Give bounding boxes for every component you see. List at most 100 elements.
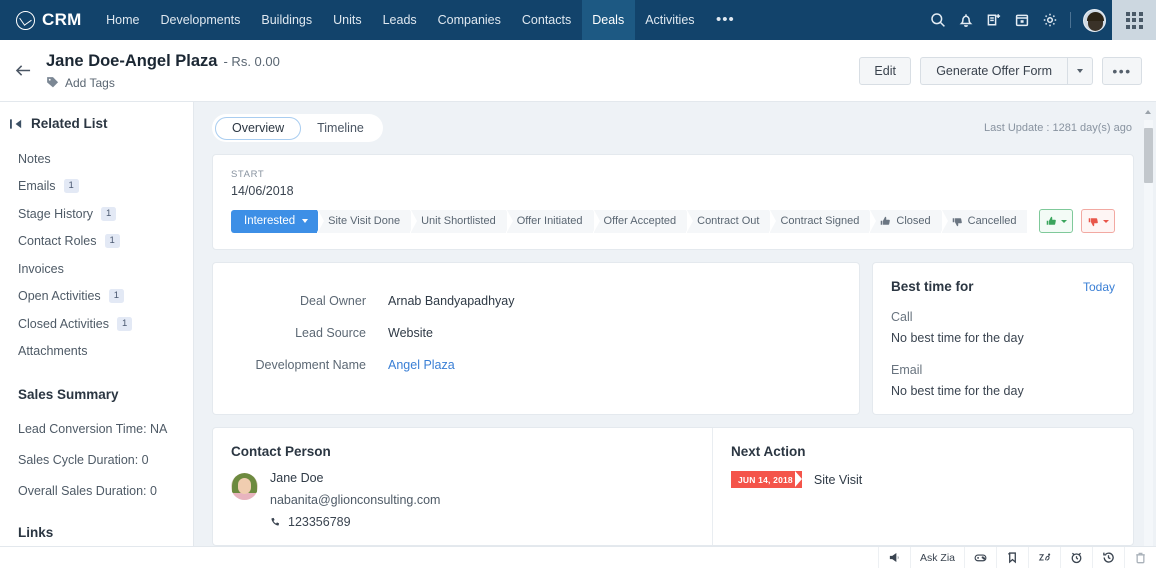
stage-interested[interactable]: Interested <box>231 209 324 233</box>
mark-won-button[interactable] <box>1039 209 1073 233</box>
field-value[interactable]: Website <box>388 326 433 340</box>
generate-offer-form-button[interactable]: Generate Offer Form <box>920 56 1067 85</box>
ask-zia-label: Ask Zia <box>919 551 955 564</box>
nav-more-button[interactable]: ••• <box>705 0 746 40</box>
stage-closed[interactable]: Closed <box>870 209 947 233</box>
best-time-email-value: No best time for the day <box>891 384 1024 398</box>
page-title: Jane Doe-Angel Plaza <box>46 51 218 70</box>
sales-summary-title: Sales Summary <box>18 387 119 402</box>
stage-contract-out[interactable]: Contract Out <box>687 209 776 233</box>
sidebar-item-emails[interactable]: Emails 1 <box>0 173 193 201</box>
stage-unit-shortlisted[interactable]: Unit Shortlisted <box>411 209 512 233</box>
sidebar-item-open-activities[interactable]: Open Activities 1 <box>0 283 193 311</box>
field-deal-owner: Deal Owner Arnab Bandyapadhyay <box>213 285 859 317</box>
contact-email[interactable]: nabanita@glionconsulting.com <box>270 493 440 507</box>
main-scrollbar[interactable] <box>1144 106 1153 564</box>
title-block: Jane Doe-Angel Plaza - Rs. 0.00 Add Tags <box>46 52 280 90</box>
nav-item-buildings[interactable]: Buildings <box>251 0 323 40</box>
calendar-icon[interactable] <box>1008 0 1036 40</box>
best-time-today-link[interactable]: Today <box>1083 280 1115 294</box>
sidebar-item-contact-roles[interactable]: Contact Roles 1 <box>0 228 193 256</box>
notification-bell-icon[interactable] <box>952 0 980 40</box>
brand-logo-area[interactable]: CRM <box>0 10 96 30</box>
nav-item-home[interactable]: Home <box>96 0 150 40</box>
zia-icon[interactable] <box>1028 546 1060 568</box>
nav-item-deals[interactable]: Deals <box>581 0 635 40</box>
sidebar-item-attachments[interactable]: Attachments <box>0 338 193 366</box>
add-tags-button[interactable]: Add Tags <box>46 76 280 90</box>
stage-site-visit-done[interactable]: Site Visit Done <box>318 209 417 233</box>
field-development-name: Development Name Angel Plaza <box>213 349 859 381</box>
stage-contract-signed[interactable]: Contract Signed <box>770 209 876 233</box>
alarm-clock-icon[interactable] <box>1060 546 1092 568</box>
sidebar-item-notes[interactable]: Notes <box>0 145 193 173</box>
nav-item-leads[interactable]: Leads <box>372 0 427 40</box>
user-avatar[interactable] <box>1083 8 1106 32</box>
field-label: Deal Owner <box>300 294 366 308</box>
field-label: Lead Source <box>295 326 366 340</box>
best-time-card: Best time for Today Call No best time fo… <box>872 262 1134 415</box>
back-button[interactable] <box>0 63 46 78</box>
bottom-toolbar: Ask Zia <box>0 546 1156 568</box>
contact-phone-row[interactable]: 123356789 <box>270 515 440 529</box>
sidebar-item-label: Emails <box>18 179 56 194</box>
stage-label: Interested <box>244 215 296 227</box>
deal-details-card: Deal Owner Arnab Bandyapadhyay Lead Sour… <box>212 262 860 415</box>
next-action-card: Next Action JUN 14, 2018 Site Visit <box>713 428 1133 545</box>
sidebar-item-invoices[interactable]: Invoices <box>0 255 193 283</box>
generate-offer-form-dropdown[interactable] <box>1067 56 1093 85</box>
ask-zia-button[interactable]: Ask Zia <box>909 546 964 568</box>
add-tags-label: Add Tags <box>65 75 115 90</box>
best-time-header: Best time for Today <box>891 279 1115 294</box>
nav-item-units[interactable]: Units <box>323 0 372 40</box>
tab-overview[interactable]: Overview <box>215 116 302 140</box>
apps-grid-button[interactable] <box>1112 0 1156 40</box>
sales-stat-overall-sales-duration: Overall Sales Duration: 0 <box>18 484 157 498</box>
collapse-sidebar-icon[interactable] <box>10 118 23 130</box>
history-icon[interactable] <box>1092 546 1124 568</box>
stage-offer-initiated[interactable]: Offer Initiated <box>506 209 599 233</box>
tab-timeline[interactable]: Timeline <box>301 117 380 140</box>
bottom-cards-row: Contact Person Jane Doe nabanita@glionco… <box>212 427 1134 546</box>
nav-item-contacts[interactable]: Contacts <box>511 0 581 40</box>
stage-label: Offer Accepted <box>603 215 677 227</box>
field-value-link[interactable]: Angel Plaza <box>388 358 455 372</box>
stage-offer-accepted[interactable]: Offer Accepted <box>593 209 692 233</box>
stage-label: Offer Initiated <box>516 215 583 227</box>
best-time-title: Best time for <box>891 279 974 294</box>
best-time-email-label: Email <box>891 363 923 377</box>
field-value[interactable]: Arnab Bandyapadhyay <box>388 294 514 308</box>
sales-stat-sales-cycle-duration: Sales Cycle Duration: 0 <box>18 453 149 467</box>
mark-lost-button[interactable] <box>1081 209 1115 233</box>
scroll-up-icon[interactable] <box>1145 110 1151 114</box>
start-label: START <box>231 169 265 180</box>
stage-cancelled[interactable]: Cancelled <box>941 209 1027 233</box>
next-action-label[interactable]: Site Visit <box>814 473 862 487</box>
sidebar-item-label: Contact Roles <box>18 234 97 249</box>
scrollbar-track[interactable] <box>1144 120 1153 550</box>
sidebar-item-stage-history[interactable]: Stage History 1 <box>0 200 193 228</box>
nav-item-activities[interactable]: Activities <box>635 0 705 40</box>
nav-item-companies[interactable]: Companies <box>427 0 511 40</box>
settings-gear-icon[interactable] <box>1036 0 1064 40</box>
more-options-button[interactable]: ••• <box>1102 56 1142 85</box>
gamepad-icon[interactable] <box>964 546 996 568</box>
deal-stage-card: START 14/06/2018 Interested Site Visit D… <box>212 154 1134 250</box>
nav-item-developments[interactable]: Developments <box>150 0 251 40</box>
record-title-bar: Jane Doe-Angel Plaza - Rs. 0.00 Add Tags… <box>0 40 1156 102</box>
edit-button[interactable]: Edit <box>859 56 912 85</box>
best-time-call-value: No best time for the day <box>891 331 1024 345</box>
bookmark-icon[interactable] <box>996 546 1028 568</box>
sidebar-header: Related List <box>0 116 193 131</box>
add-note-icon[interactable] <box>980 0 1008 40</box>
chevron-down-icon <box>1102 219 1109 223</box>
scrollbar-thumb[interactable] <box>1144 128 1153 183</box>
sidebar-item-closed-activities[interactable]: Closed Activities 1 <box>0 310 193 338</box>
stage-label: Unit Shortlisted <box>421 215 496 227</box>
search-icon[interactable] <box>924 0 952 40</box>
contact-name[interactable]: Jane Doe <box>270 471 440 485</box>
field-lead-source: Lead Source Website <box>213 317 859 349</box>
megaphone-icon[interactable] <box>877 546 910 568</box>
deal-amount: - Rs. 0.00 <box>223 53 280 69</box>
trash-icon[interactable] <box>1124 546 1156 568</box>
